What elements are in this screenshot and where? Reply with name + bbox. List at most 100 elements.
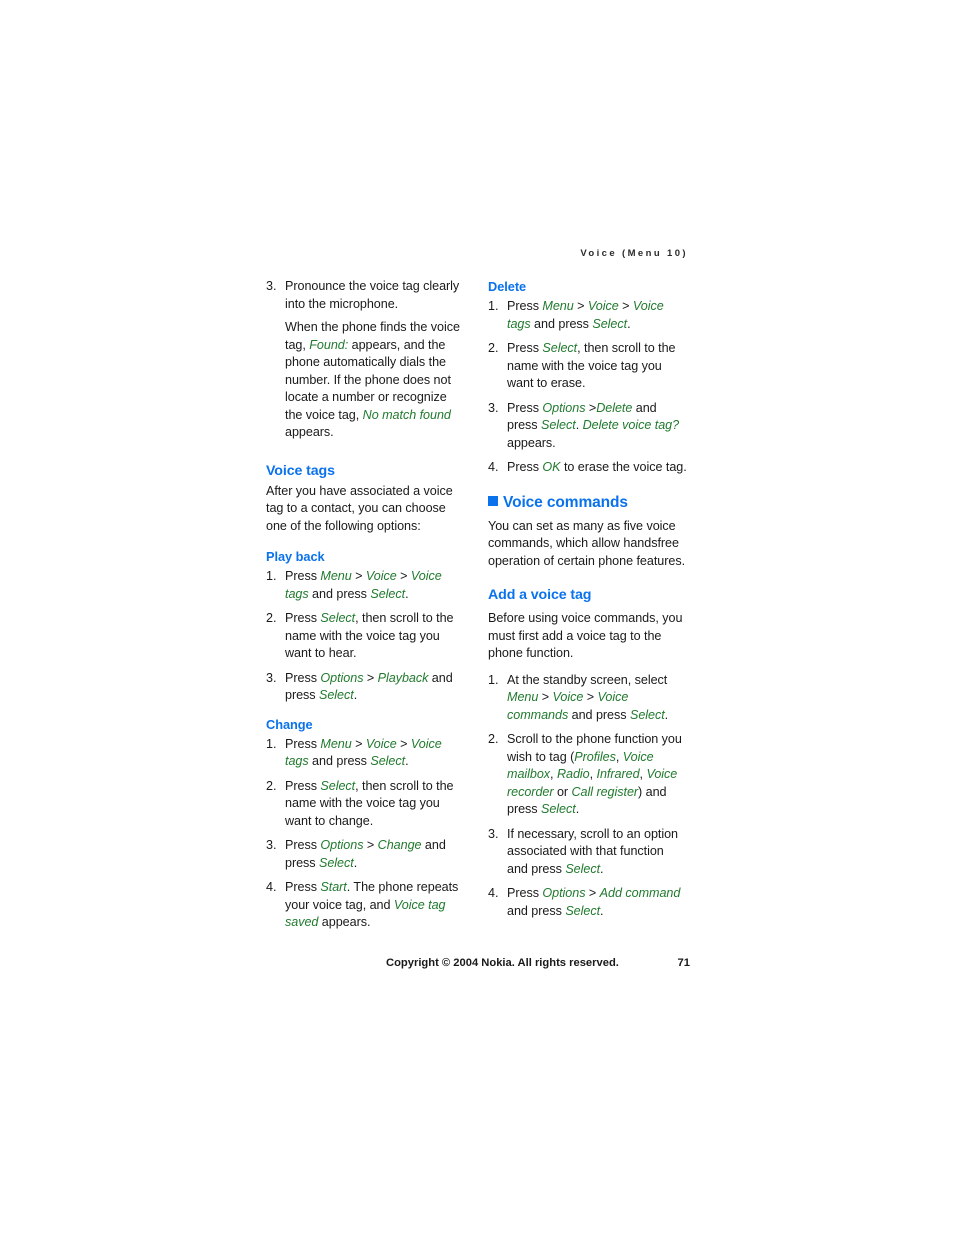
step-number: 3. [266, 838, 277, 852]
add-a-voice-tag-step-list: 1. At the standby screen, select Menu > … [488, 672, 688, 921]
ui-term: Change [377, 838, 422, 852]
device-message: Found: [309, 337, 349, 352]
ui-term: Options [542, 886, 586, 900]
ui-term: OK [542, 460, 561, 474]
text-run: appears. [318, 915, 371, 929]
step-number: 1. [266, 736, 277, 751]
two-column-body: 3. Pronounce the voice tag clearly into … [266, 278, 690, 929]
section-heading-delete: Delete [488, 279, 527, 294]
ui-term: Select [319, 688, 354, 702]
step-text: At the standby screen, select Menu > Voi… [507, 672, 688, 725]
step-number: 4. [266, 880, 277, 894]
ui-term: Playback [377, 670, 429, 685]
text-run: and press [308, 586, 371, 601]
step-number: 2. [488, 341, 499, 355]
ui-term: Menu [320, 736, 352, 751]
step-text: Press Menu > Voice > Voice tags and pres… [285, 736, 466, 771]
text-run: > [538, 690, 553, 704]
list-item: 4. Press OK to erase the voice tag. [488, 459, 688, 477]
text-run: > [351, 736, 366, 751]
section-heading-voice-tags: Voice tags [266, 462, 335, 479]
step-text: Press Menu > Voice > Voice tags and pres… [285, 568, 466, 603]
text-run: . [664, 707, 669, 722]
text-run: > [618, 299, 633, 313]
ui-term: Select [542, 341, 578, 355]
document-page: Voice (Menu 10) 3. Pronounce the voice t… [0, 0, 954, 1235]
device-message: Delete voice tag? [582, 418, 680, 432]
text-run: . [353, 855, 358, 870]
text-run: and press [308, 754, 371, 768]
text-run: Press [507, 341, 543, 355]
ui-term: Select [592, 316, 628, 331]
list-item: 2. Press Select, then scroll to the name… [266, 610, 466, 663]
step-text: Scroll to the phone function you wish to… [507, 731, 688, 819]
step-number: 1. [488, 672, 499, 687]
ui-term: Select [370, 754, 406, 768]
step-text: Press Select, then scroll to the name wi… [507, 340, 688, 393]
ui-term: Radio [556, 767, 590, 781]
ui-term: Select [541, 802, 576, 816]
step-number: 1. [488, 299, 499, 313]
ui-term: Options [320, 838, 364, 852]
list-item: 3. Press Options > Playback and press Se… [266, 670, 466, 705]
text-run: Press [285, 838, 321, 852]
step-text: Press OK to erase the voice tag. [507, 459, 688, 477]
step-number: 3. [488, 826, 499, 841]
continued-step-list: 3. Pronounce the voice tag clearly into … [266, 278, 466, 442]
section-heading-change: Change [266, 716, 313, 732]
ui-term: Select [319, 855, 354, 870]
ui-term: Delete [596, 400, 633, 415]
text-run: > [585, 886, 600, 900]
text-run: . [627, 316, 631, 331]
step-paragraph: When the phone finds the voice tag, Foun… [285, 319, 466, 442]
text-run: Press [507, 460, 543, 474]
add-a-voice-tag-intro: Before using voice commands, you must fi… [488, 611, 683, 660]
list-item: 1. At the standby screen, select Menu > … [488, 672, 688, 725]
text-run: , [589, 767, 597, 781]
list-item: 3. If necessary, scroll to an option ass… [488, 826, 688, 879]
ui-term: Select [629, 707, 665, 722]
page-number: 71 [677, 957, 690, 969]
text-run: appears. [285, 425, 334, 439]
list-item: 2. Press Select, then scroll to the name… [488, 340, 688, 393]
page-footer: Copyright © 2004 Nokia. All rights reser… [266, 955, 690, 973]
square-bullet-icon [488, 495, 498, 506]
step-text: Press Options > Change and press Select. [285, 837, 466, 872]
ui-term: Call register [571, 784, 639, 799]
text-run: At the standby screen, select [507, 672, 668, 687]
step-number: 2. [488, 732, 499, 746]
running-header: Voice (Menu 10) [580, 248, 688, 259]
step-number: 4. [488, 460, 499, 474]
text-run: , [615, 749, 623, 764]
device-message: No match found [362, 407, 451, 422]
list-item: 3. Press Options > Change and press Sele… [266, 837, 466, 872]
text-run: Press [285, 569, 321, 583]
ui-term: Infrared [596, 767, 640, 781]
step-text: Press Menu > Voice > Voice tags and pres… [507, 298, 688, 333]
text-run: and press [530, 316, 593, 331]
step-number: 3. [266, 279, 277, 293]
step-text: If necessary, scroll to an option associ… [507, 826, 688, 879]
step-number: 3. [488, 400, 499, 415]
list-item: 4. Press Options > Add command and press… [488, 885, 688, 920]
step-number: 2. [266, 611, 277, 625]
text-run: > [396, 736, 411, 751]
text-run: Press [285, 880, 321, 894]
ui-term: Menu [507, 690, 539, 704]
heading-label: Voice commands [503, 493, 628, 511]
text-run: . [353, 688, 358, 702]
right-column: Delete 1. Press Menu > Voice > Voice tag… [488, 278, 688, 920]
list-item: 4. Press Start. The phone repeats your v… [266, 879, 466, 932]
step-number: 4. [488, 886, 499, 900]
ui-term: Add command [599, 886, 681, 900]
text-run: to erase the voice tag. [560, 460, 687, 474]
